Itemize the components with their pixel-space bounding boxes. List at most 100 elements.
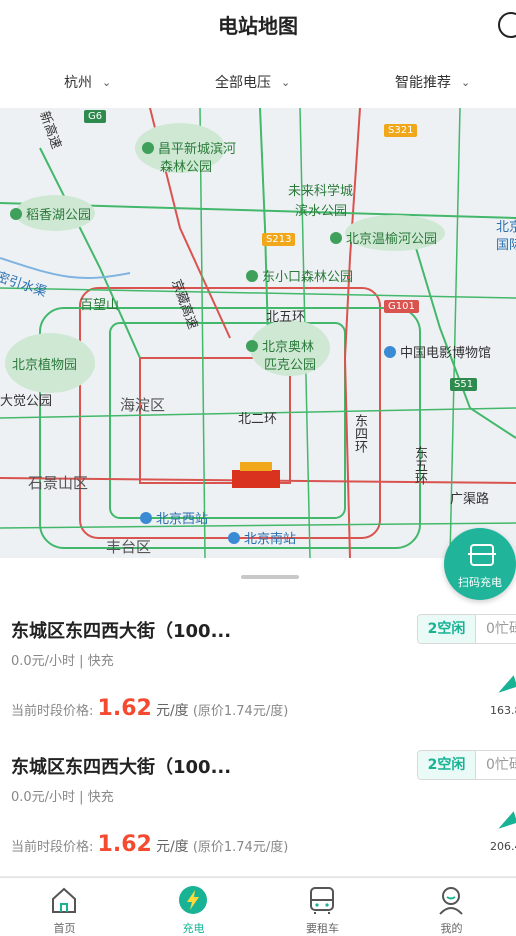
navigate-icon[interactable] [494, 811, 516, 829]
station-name: 东城区东四西大街（100... [11, 621, 232, 642]
highway-road [343, 108, 361, 558]
map-road-dongwuhuan: 东五环 [412, 446, 427, 485]
filter-city[interactable]: 杭州 ⌄ [64, 72, 111, 92]
map-poi-aolin-2: 匹克公园 [264, 358, 317, 373]
price-label: 当前时段价格: [11, 840, 94, 855]
fee-info: 0.0元/小时 | 快充 [11, 654, 114, 669]
map-road-dongsihuan: 东四环 [352, 414, 367, 453]
busy-count: 0忙碌 [486, 757, 516, 773]
bottom-tab-bar: 首页 充电 要租车 我的 [0, 877, 516, 936]
shield-g6: G6 [84, 110, 107, 123]
chevron-down-icon: ⌄ [461, 76, 471, 89]
lightning-icon [179, 886, 207, 914]
map-poi-changping: 昌平新城滨河 [142, 138, 236, 157]
original-price: (原价1.74元/度) [192, 704, 289, 719]
map-poi-beijing-airport: 北京 [496, 220, 516, 235]
highway-road [409, 227, 516, 439]
availability-badge: 2空闲 0忙碌 [417, 614, 516, 644]
map-district-haidian: 海淀区 [120, 396, 166, 414]
chevron-down-icon: ⌄ [281, 76, 291, 89]
map-poi-dongxiaokou: 东小口森林公园 [246, 266, 353, 285]
highway-road [39, 147, 141, 359]
tiananmen-landmark-roof [240, 462, 272, 471]
page-title: 电站地图 [218, 14, 298, 38]
fee-info: 0.0元/小时 | 快充 [11, 790, 114, 805]
park-icon [10, 208, 22, 220]
station-card[interactable]: 东城区东四西大街（100... 2空闲 0忙碌 0.0元/小时 | 快充 当前时… [0, 604, 516, 741]
map-poi-beijing-airport-2: 国际 [496, 238, 516, 253]
filter-bar: 杭州 ⌄ 全部电压 ⌄ 智能推荐 ⌄ [0, 58, 516, 106]
distance: 206.4 [490, 840, 516, 853]
map-road-beierhuan: 北二环 [238, 412, 278, 427]
map-district-fengtai: 丰台区 [106, 538, 152, 556]
price-label: 当前时段价格: [11, 704, 94, 719]
app-header: 电站地图 [0, 0, 516, 50]
shield-g101: G101 [384, 300, 419, 313]
chevron-down-icon: ⌄ [102, 76, 112, 89]
station-map[interactable]: G6 S321 S213 G101 S51 昌平新城滨河 森林公园 稻香湖公园 … [0, 108, 516, 558]
filter-sort[interactable]: 智能推荐 ⌄ [395, 72, 470, 92]
map-poi-aolin: 北京奥林 [246, 336, 314, 355]
train-station-icon [140, 512, 152, 524]
map-poi-baiwang: 百望山 [80, 298, 120, 313]
map-road-beiwuhuan: 北五环 [266, 310, 306, 325]
tab-home-label: 首页 [53, 922, 76, 935]
map-station-nanzhan: 北京南站 [228, 528, 296, 547]
map-poi-changping-2: 森林公园 [160, 160, 213, 175]
tiananmen-landmark [232, 470, 280, 488]
shield-s213: S213 [262, 233, 296, 246]
navigate-icon[interactable] [494, 675, 516, 693]
availability-badge: 2空闲 0忙碌 [417, 750, 516, 780]
sheet-drag-handle[interactable] [241, 575, 299, 579]
tab-charge-label: 充电 [182, 922, 205, 935]
park-icon [142, 142, 154, 154]
filter-voltage[interactable]: 全部电压 ⌄ [215, 72, 290, 92]
home-icon [52, 887, 76, 913]
map-poi-weilai: 未来科学城 [288, 184, 354, 199]
bus-icon [310, 887, 334, 914]
park-icon [246, 270, 258, 282]
highway-road [259, 108, 269, 339]
busy-count: 0忙碌 [486, 621, 516, 637]
map-poi-zhiwuyuan: 北京植物园 [12, 358, 78, 373]
map-district-shijingshan: 石景山区 [28, 474, 89, 492]
scan-charge-button[interactable]: 扫码充电 [444, 528, 516, 600]
station-name: 东城区东四西大街（100... [11, 757, 232, 778]
filter-sort-label: 智能推荐 [395, 75, 451, 91]
scan-charge-label: 扫码充电 [458, 576, 502, 589]
map-poi-dianying: 中国电影博物馆 [384, 342, 491, 361]
map-station-xizhan: 北京西站 [140, 508, 208, 527]
free-count: 2空闲 [418, 751, 476, 779]
museum-icon [384, 346, 396, 358]
price-line: 当前时段价格: 1.62 元/度 (原价1.74元/度) [11, 832, 288, 857]
tab-profile-label: 我的 [440, 922, 463, 935]
map-road-guangqu: 广渠路 [450, 492, 490, 507]
park-icon [246, 340, 258, 352]
filter-city-label: 杭州 [64, 75, 92, 91]
tab-rent[interactable]: 要租车 [258, 878, 387, 936]
price-unit: 元/度 [155, 703, 189, 719]
map-poi-wenyu: 北京温榆河公园 [330, 228, 437, 247]
current-price: 1.62 [97, 832, 152, 857]
tab-profile[interactable]: 我的 [387, 878, 516, 936]
tab-charge[interactable]: 充电 [129, 878, 258, 936]
map-poi-dajue: 大觉公园 [0, 394, 53, 409]
road [0, 287, 516, 299]
station-list-sheet: 东城区东四西大街（100... 2空闲 0忙碌 0.0元/小时 | 快充 当前时… [0, 558, 516, 878]
free-count: 2空闲 [418, 615, 476, 643]
distance: 163.8 [490, 704, 516, 717]
map-poi-daoxianghu: 稻香湖公园 [10, 204, 91, 223]
price-line: 当前时段价格: 1.62 元/度 (原价1.74元/度) [11, 696, 288, 721]
original-price: (原价1.74元/度) [192, 840, 289, 855]
road [199, 108, 206, 558]
profile-icon [439, 887, 463, 915]
price-unit: 元/度 [155, 839, 189, 855]
tab-home[interactable]: 首页 [0, 878, 129, 936]
current-price: 1.62 [97, 696, 152, 721]
map-poi-weilai-2: 滨水公园 [295, 204, 348, 219]
shield-s321: S321 [384, 124, 418, 137]
scan-icon [468, 544, 496, 566]
station-card[interactable]: 东城区东四西大街（100... 2空闲 0忙碌 0.0元/小时 | 快充 当前时… [0, 740, 516, 877]
shield-s51: S51 [450, 378, 478, 391]
train-station-icon [228, 532, 240, 544]
